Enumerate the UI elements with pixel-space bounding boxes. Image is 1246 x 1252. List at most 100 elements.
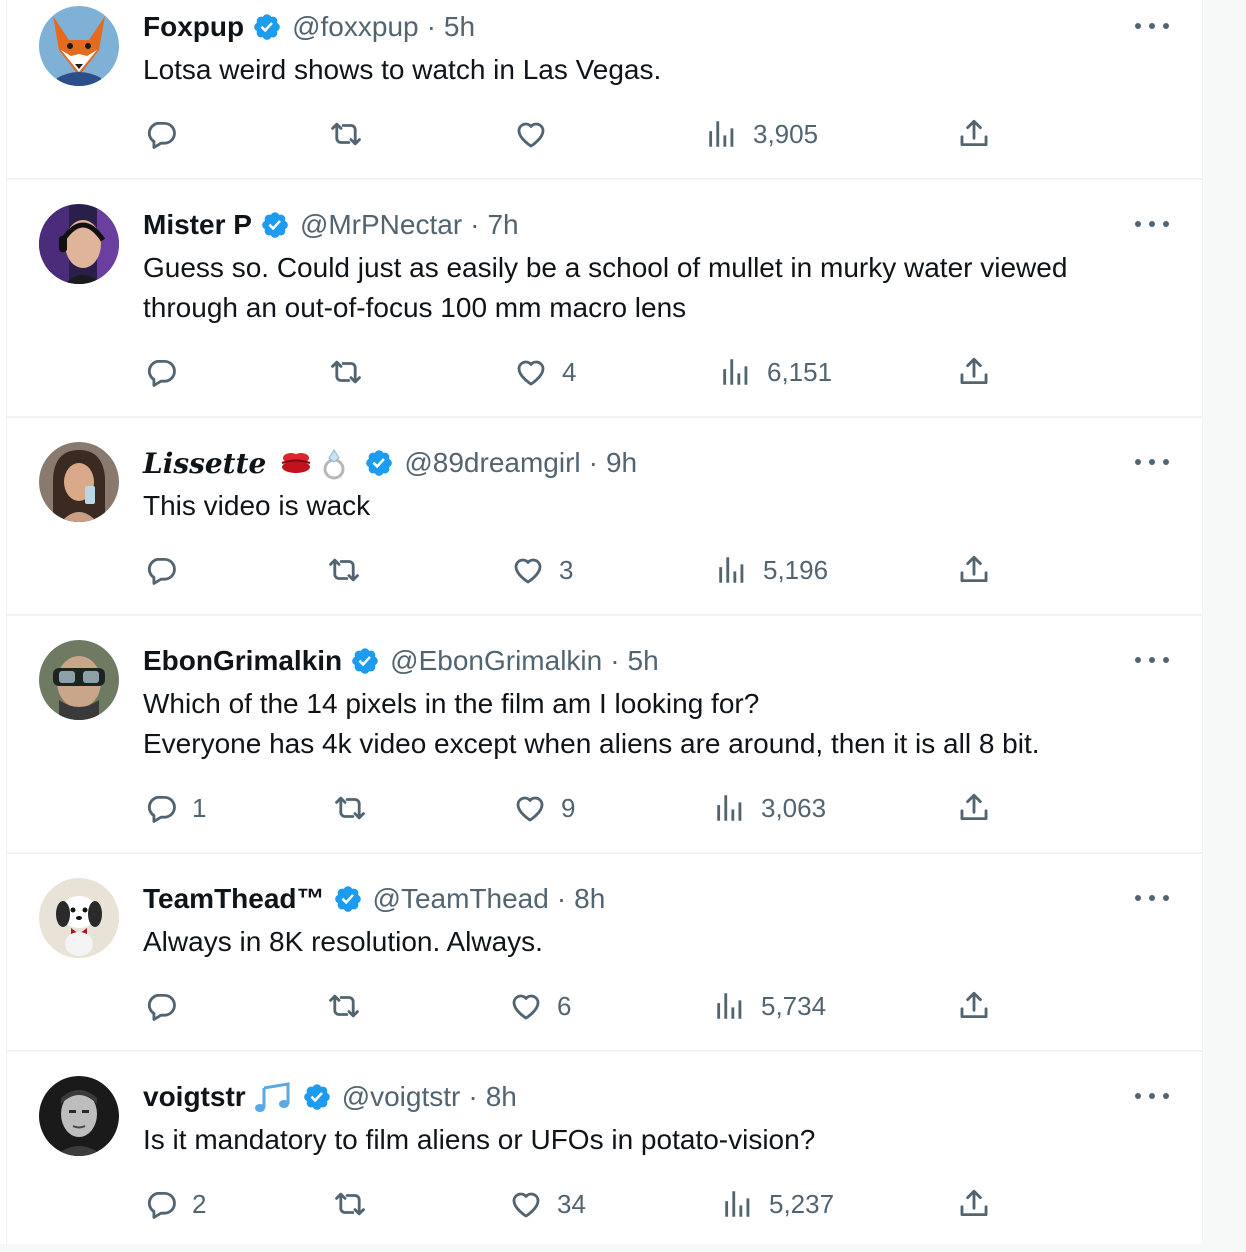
timeline: Foxpup @foxxpup · 5h Lotsa weird shows t…: [0, 0, 1246, 1252]
more-dots-icon[interactable]: [1135, 456, 1169, 468]
timestamp[interactable]: 8h: [574, 883, 605, 915]
separator-dot: ·: [556, 883, 567, 914]
tweet[interactable]: TeamThead™ @TeamThead · 8h Always in 8K …: [7, 854, 1202, 1052]
share-button[interactable]: [957, 788, 991, 828]
share-upload-icon: [960, 119, 988, 147]
avatar-woman[interactable]: [39, 442, 119, 522]
display-name[interactable]: voigtstr: [143, 1081, 246, 1113]
timestamp[interactable]: 5h: [444, 11, 475, 43]
like-button[interactable]: 34: [509, 1184, 586, 1224]
tweet[interactable]: voigtstr @voigtstr · 8h Is it mandatory …: [7, 1052, 1202, 1244]
reply-button[interactable]: [144, 114, 192, 154]
like-button[interactable]: [514, 114, 562, 154]
user-handle[interactable]: @89dreamgirl: [404, 447, 580, 479]
view-count: 5,734: [761, 990, 827, 1021]
heart-icon: [516, 796, 544, 822]
verified-badge-icon[interactable]: [302, 1082, 332, 1112]
verified-badge-icon[interactable]: [364, 448, 394, 478]
tweet-header: Lissette @89dreamgirl · 9h: [143, 446, 637, 480]
user-handle[interactable]: @foxxpup: [292, 11, 419, 43]
views-button[interactable]: 6,151: [719, 352, 832, 392]
user-handle[interactable]: @voigtstr: [342, 1081, 461, 1113]
share-button[interactable]: [957, 114, 991, 154]
separator-dot: ·: [470, 209, 480, 240]
retweet-button[interactable]: [327, 986, 375, 1026]
like-count: 9: [561, 792, 576, 823]
right-gutter: [1203, 0, 1246, 1252]
display-name[interactable]: Mister P: [143, 209, 252, 241]
tweet-header: TeamThead™ @TeamThead · 8h: [143, 882, 605, 916]
tweet-text: Always in 8K resolution. Always.: [143, 922, 1183, 962]
tweet-header: Mister P @MrPNectar · 7h: [143, 208, 519, 242]
tweet-text: This video is wack: [143, 486, 1183, 526]
views-button[interactable]: 3,063: [713, 788, 826, 828]
retweet-button[interactable]: [329, 114, 377, 154]
verified-badge-icon[interactable]: [252, 12, 282, 42]
timestamp[interactable]: 5h: [628, 645, 659, 677]
reply-button[interactable]: [144, 352, 192, 392]
display-name[interactable]: TeamThead™: [143, 883, 325, 915]
retweet-button[interactable]: [327, 550, 375, 590]
retweet-button[interactable]: [329, 352, 377, 392]
avatar-goggles-man[interactable]: [39, 640, 119, 720]
share-button[interactable]: [957, 1184, 991, 1224]
avatar-bw-man[interactable]: [39, 1076, 119, 1156]
more-dots-icon[interactable]: [1135, 1090, 1169, 1102]
avatar-dog[interactable]: [39, 878, 119, 958]
tweet[interactable]: EbonGrimalkin @EbonGrimalkin · 5h Which …: [7, 616, 1202, 854]
timestamp[interactable]: 7h: [487, 209, 518, 241]
views-button[interactable]: 5,237: [721, 1184, 834, 1224]
reply-button[interactable]: [144, 550, 192, 590]
like-count: 34: [557, 1188, 586, 1219]
like-button[interactable]: 9: [513, 788, 575, 828]
retweet-arrows-icon: [335, 796, 365, 820]
heart-icon: [514, 558, 542, 584]
view-count: 3,905: [753, 118, 819, 149]
tweet[interactable]: Lissette @89dreamgirl · 9h This video is: [7, 418, 1202, 616]
timestamp[interactable]: 9h: [606, 447, 637, 479]
reply-button[interactable]: 2: [144, 1184, 206, 1224]
like-count: 3: [559, 554, 574, 585]
display-name[interactable]: Lissette: [143, 447, 266, 480]
like-button[interactable]: 3: [511, 550, 573, 590]
share-button[interactable]: [957, 550, 991, 590]
timestamp[interactable]: 8h: [486, 1081, 517, 1113]
views-button[interactable]: 5,196: [715, 550, 828, 590]
tweet-text-line: Which of the 14 pixels in the film am I …: [143, 688, 760, 719]
views-button[interactable]: 3,905: [705, 114, 818, 154]
retweet-button[interactable]: [333, 1184, 381, 1224]
like-button[interactable]: 4: [514, 352, 576, 392]
tweet-text: Which of the 14 pixels in the film am I …: [143, 684, 1183, 764]
reply-button[interactable]: 1: [144, 788, 206, 828]
share-button[interactable]: [957, 986, 991, 1026]
retweet-arrows-icon: [329, 558, 359, 582]
tweet[interactable]: Mister P @MrPNectar · 7h Guess so. Could…: [7, 180, 1202, 418]
verified-badge-icon[interactable]: [350, 646, 380, 676]
retweet-arrows-icon: [329, 994, 359, 1018]
share-upload-icon: [960, 357, 988, 385]
verified-badge-icon[interactable]: [260, 210, 290, 240]
reply-button[interactable]: [144, 986, 192, 1026]
user-handle[interactable]: @MrPNectar: [300, 209, 462, 241]
more-dots-icon[interactable]: [1135, 218, 1169, 230]
like-count: 6: [557, 990, 572, 1021]
tweet-text-line: This video is wack: [143, 490, 371, 521]
tweet-text-line: Always in 8K resolution. Always.: [143, 926, 543, 957]
more-dots-icon[interactable]: [1135, 20, 1169, 32]
user-handle[interactable]: @TeamThead: [373, 883, 549, 915]
more-dots-icon[interactable]: [1135, 892, 1169, 904]
verified-badge-icon[interactable]: [333, 884, 363, 914]
display-name[interactable]: EbonGrimalkin: [143, 645, 342, 677]
tweet[interactable]: Foxpup @foxxpup · 5h Lotsa weird shows t…: [7, 0, 1202, 180]
reply-bubble-icon: [147, 359, 176, 387]
share-button[interactable]: [957, 352, 991, 392]
separator-dot: ·: [468, 1081, 478, 1112]
more-dots-icon[interactable]: [1135, 654, 1169, 666]
like-button[interactable]: 6: [509, 986, 571, 1026]
display-name[interactable]: Foxpup: [143, 11, 244, 43]
user-handle[interactable]: @EbonGrimalkin: [390, 645, 602, 677]
retweet-button[interactable]: [333, 788, 381, 828]
views-button[interactable]: 5,734: [713, 986, 826, 1026]
avatar-fox[interactable]: [39, 6, 119, 86]
avatar-headphones-man[interactable]: [39, 204, 119, 284]
